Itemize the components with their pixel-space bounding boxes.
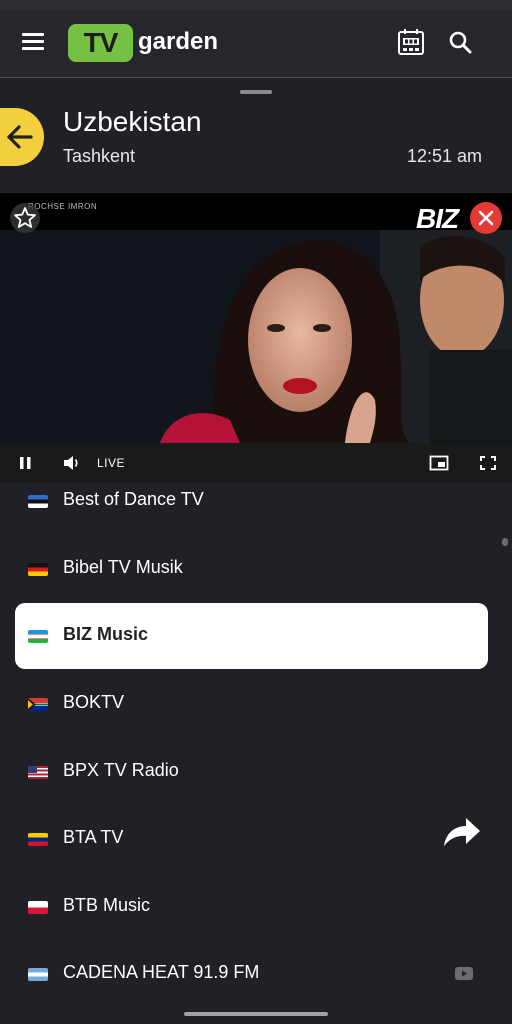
channel-name: BPX TV Radio <box>63 760 179 780</box>
tv-guide-button[interactable] <box>397 28 427 56</box>
channel-row[interactable]: BPX TV Radio <box>15 739 488 805</box>
channel-row[interactable]: BTA TV <box>15 806 488 872</box>
video-frame[interactable] <box>0 230 512 443</box>
channel-row[interactable]: Best of Dance TV <box>15 483 488 534</box>
channel-name: Bibel TV Musik <box>63 557 183 577</box>
menu-icon-line <box>22 40 44 43</box>
scrollbar-thumb[interactable] <box>502 538 508 546</box>
channel-row[interactable]: BOKTV <box>15 671 488 737</box>
share-arrow-icon <box>444 818 480 846</box>
flag-usa-icon <box>28 766 48 779</box>
back-button[interactable] <box>0 108 44 166</box>
flag-poland-icon <box>28 901 48 914</box>
flag-triangle <box>28 698 36 711</box>
channel-row-selected[interactable]: BIZ Music <box>15 603 488 669</box>
app-header: TV garden <box>0 0 512 78</box>
logo-tv[interactable]: TV <box>68 24 133 62</box>
flag-uzbekistan-icon <box>28 630 48 643</box>
fullscreen-button[interactable] <box>478 454 498 472</box>
flag-south-africa-icon <box>28 698 48 711</box>
video-still <box>0 230 512 443</box>
country-title: Uzbekistan <box>63 106 202 137</box>
flag-venezuela-icon <box>28 833 48 846</box>
channel-row[interactable]: Bibel TV Musik <box>15 536 488 602</box>
menu-icon-line <box>22 33 44 36</box>
channel-name: BIZ Music <box>63 624 149 644</box>
channel-name: BOKTV <box>63 692 125 712</box>
picture-in-picture-button[interactable] <box>429 454 449 472</box>
drag-handle[interactable] <box>240 90 272 94</box>
logo-wordmark[interactable]: garden <box>138 28 218 56</box>
search-icon <box>449 31 472 54</box>
channel-name: Best of Dance TV <box>63 489 204 509</box>
flag-germany-icon <box>28 563 48 576</box>
channel-list[interactable]: Best of Dance TV Bibel TV Musik BIZ Musi… <box>0 483 512 1013</box>
fullscreen-icon <box>480 456 496 470</box>
video-player[interactable]: ROCHSE IMRON BIZ LIVE <box>0 193 512 483</box>
status-bar-edge <box>0 0 512 10</box>
favorite-button[interactable] <box>10 203 40 233</box>
flag-argentina-icon <box>28 968 48 981</box>
search-button[interactable] <box>448 30 474 56</box>
volume-button[interactable] <box>62 454 82 472</box>
flag-canton <box>28 766 37 773</box>
player-controls: LIVE <box>0 443 512 483</box>
channel-name: BTA TV <box>63 827 124 847</box>
star-icon <box>14 207 36 228</box>
flag-estonia-icon <box>28 495 48 508</box>
channel-name: BTB Music <box>63 895 151 915</box>
play-triangle <box>462 970 467 977</box>
share-button[interactable] <box>440 812 484 852</box>
close-icon <box>478 210 494 226</box>
menu-icon-line <box>22 47 44 50</box>
pause-icon <box>20 457 31 469</box>
close-player-button[interactable] <box>470 202 502 234</box>
picture-in-picture-icon <box>429 455 449 471</box>
channel-row[interactable]: BTB Music <box>15 874 488 940</box>
channel-row[interactable]: CADENA HEAT 91.9 FM <box>15 941 488 1007</box>
youtube-icon <box>455 967 473 980</box>
system-nav-handle[interactable] <box>184 1012 328 1016</box>
local-time: 12:51 am <box>406 146 482 166</box>
volume-icon <box>64 456 78 470</box>
menu-button[interactable] <box>22 33 46 51</box>
live-indicator: LIVE <box>97 456 126 470</box>
arrow-left-icon <box>7 125 33 149</box>
channel-watermark: BIZ <box>416 203 459 234</box>
channel-name: CADENA HEAT 91.9 FM <box>63 962 260 982</box>
pause-button[interactable] <box>16 454 36 472</box>
city-name: Tashkent <box>63 146 136 166</box>
tv-guide-icon <box>398 29 424 55</box>
